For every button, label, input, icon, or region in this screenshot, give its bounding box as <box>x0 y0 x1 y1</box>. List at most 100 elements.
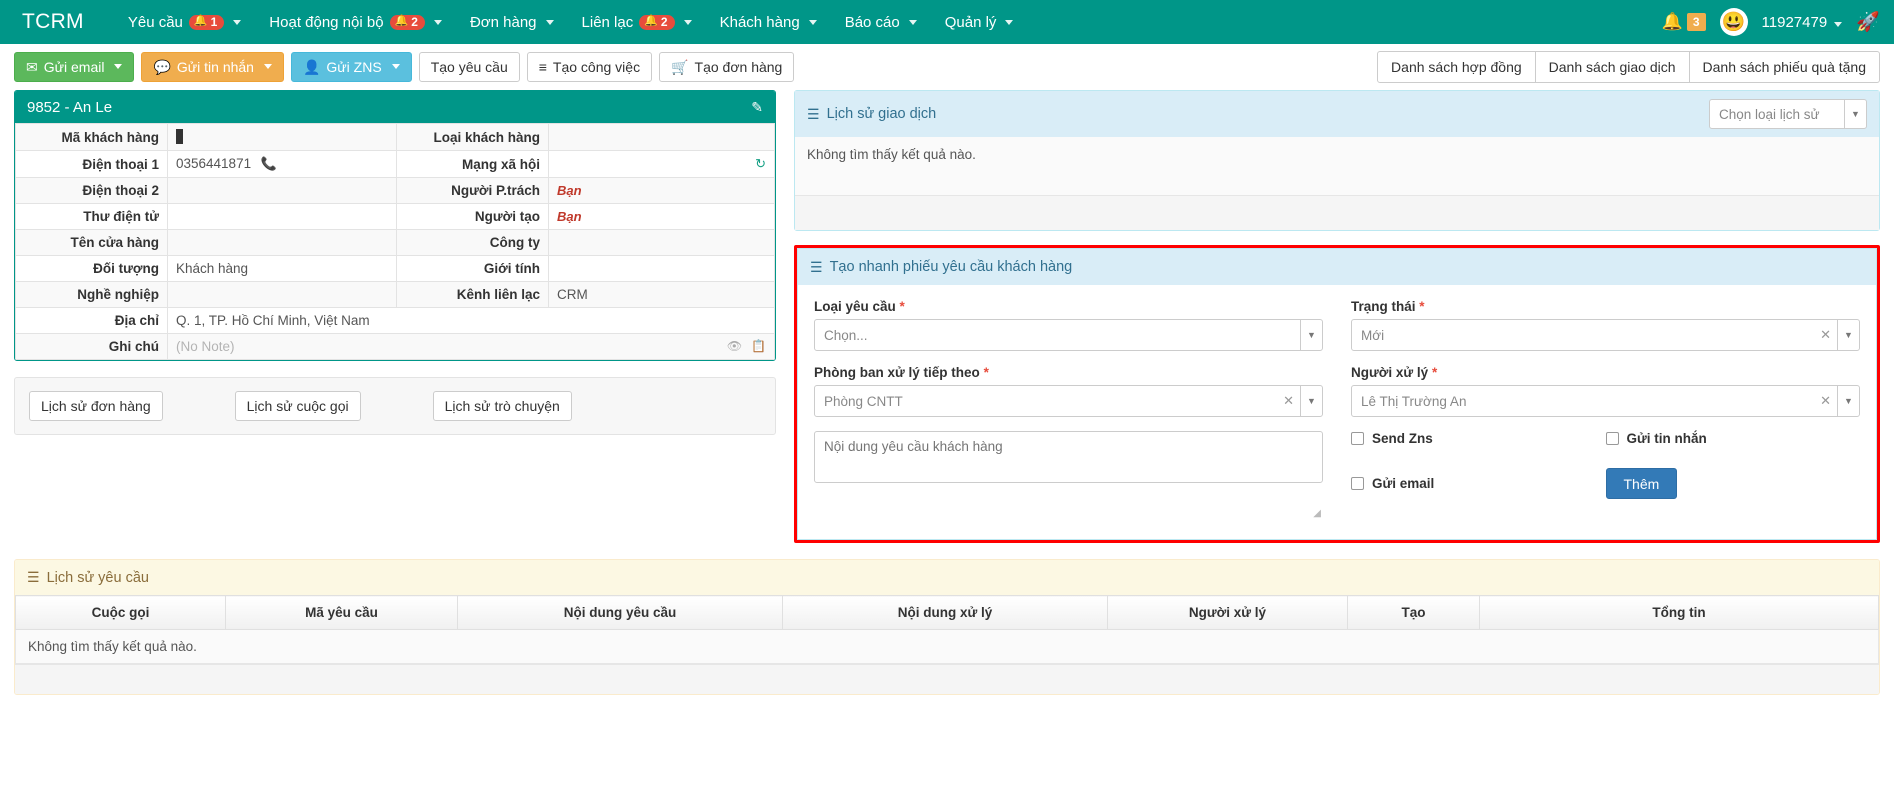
nav-item-khach-hang[interactable]: Khách hàng <box>706 0 831 44</box>
clear-icon[interactable]: ✕ <box>1277 393 1300 409</box>
chevron-down-icon: ▼ <box>1844 100 1866 128</box>
contract-list-button[interactable]: Danh sách hợp đồng <box>1377 50 1536 83</box>
send-email-button[interactable]: ✉ Gửi email <box>14 51 135 82</box>
form-left-column: Loại yêu cầu * Chọn... ▼ Phòng ban xử lý… <box>814 299 1323 431</box>
resize-handle-icon[interactable]: ◢ <box>1313 508 1321 519</box>
field-label: Loại khách hàng <box>396 123 549 151</box>
request-content-textarea[interactable] <box>814 431 1323 483</box>
brand-logo[interactable]: TCRM <box>22 10 84 34</box>
column-header-noi-dung-yeu-cau[interactable]: Nội dung yêu cầu <box>457 595 783 630</box>
customer-type-value <box>548 123 775 151</box>
eye-icon[interactable]: 👁 <box>727 339 742 353</box>
column-header-nguoi-xu-ly[interactable]: Người xử lý <box>1107 595 1348 630</box>
note-value: (No Note) <box>176 339 235 354</box>
send-zns-checkbox-row[interactable]: Send Zns <box>1351 431 1606 446</box>
history-type-select[interactable]: Chọn loại lịch sử ▼ <box>1709 99 1867 129</box>
button-label: Gửi email <box>43 58 105 75</box>
request-type-select[interactable]: Chọn... ▼ <box>814 319 1323 351</box>
button-label: Tạo công việc <box>552 58 641 75</box>
nav-item-quan-ly[interactable]: Quản lý <box>931 0 1028 44</box>
send-email-checkbox-row[interactable]: Gửi email <box>1351 468 1606 499</box>
panel-title: Lịch sử yêu cầu <box>46 569 149 586</box>
send-sms-button[interactable]: 💬 Gửi tin nhắn <box>141 51 284 82</box>
copy-icon[interactable]: 📋 <box>751 339 766 353</box>
column-header-tao[interactable]: Tạo <box>1347 595 1480 630</box>
send-sms-checkbox-row[interactable]: Gửi tin nhắn <box>1605 431 1861 446</box>
transaction-list-button[interactable]: Danh sách giao dịch <box>1534 50 1690 83</box>
refresh-icon[interactable]: ↻ <box>755 156 766 172</box>
request-type-group: Loại yêu cầu * Chọn... ▼ <box>814 299 1323 351</box>
empty-state-text: Không tìm thấy kết quả nào. <box>807 147 976 162</box>
create-task-button[interactable]: ≡ Tạo công việc <box>526 51 653 82</box>
status-value: Mới <box>1361 327 1385 343</box>
chevron-down-icon <box>233 19 242 25</box>
table-header-row: Cuộc gọi Mã yêu cầu Nội dung yêu cầu Nội… <box>15 595 1879 630</box>
customer-info-card: 9852 - An Le ✎ Mã khách hàng Loại khách … <box>14 90 776 361</box>
quick-request-panel: ☰ Tạo nhanh phiếu yêu cầu khách hàng Loạ… <box>797 248 1877 540</box>
checkbox-label: Send Zns <box>1372 431 1433 446</box>
phone-icon[interactable]: 📞 <box>261 156 277 171</box>
table-row-empty: Không tìm thấy kết quả nào. <box>15 629 1879 664</box>
page-content: 9852 - An Le ✎ Mã khách hàng Loại khách … <box>0 90 1894 543</box>
create-request-button[interactable]: Tạo yêu cầu <box>418 51 520 82</box>
next-department-value: Phòng CNTT <box>824 393 903 409</box>
table-row: Tên cửa hàng Công ty <box>15 229 775 256</box>
form-top-grid: Loại yêu cầu * Chọn... ▼ Phòng ban xử lý… <box>814 299 1860 431</box>
call-history-button[interactable]: Lịch sử cuộc gọi <box>234 391 361 421</box>
request-history-table: Cuộc gọi Mã yêu cầu Nội dung yêu cầu Nội… <box>15 595 1879 664</box>
order-history-button[interactable]: Lịch sử đơn hàng <box>29 391 163 421</box>
handler-select[interactable]: Lê Thị Trường An ✕ ▼ <box>1351 385 1860 417</box>
chevron-down-icon: ▼ <box>1300 386 1322 416</box>
chevron-down-icon: ▼ <box>1300 320 1322 350</box>
phone1-cell: 0356441871 📞 <box>167 150 397 178</box>
nav-item-bao-cao[interactable]: Báo cáo <box>831 0 931 44</box>
gift-voucher-list-button[interactable]: Danh sách phiếu quà tặng <box>1688 50 1880 83</box>
bell-icon: 🔔 <box>193 15 208 27</box>
checkbox-label: Gửi tin nhắn <box>1626 431 1707 446</box>
button-label: Tạo đơn hàng <box>694 58 783 75</box>
nav-item-yeu-cau[interactable]: Yêu cầu 🔔 1 <box>114 0 255 44</box>
user-menu[interactable]: 11927479 <box>1762 14 1843 31</box>
table-row: Nghề nghiệp Kênh liên lạc CRM <box>15 281 775 308</box>
table-row: Mã khách hàng Loại khách hàng <box>15 123 775 151</box>
label-text: Trạng thái <box>1351 299 1416 314</box>
column-header-ma-yeu-cau[interactable]: Mã yêu cầu <box>225 595 458 630</box>
chevron-down-icon <box>1834 21 1843 27</box>
label-text: Loại yêu cầu <box>814 299 896 314</box>
table-row: Đối tượng Khách hàng Giới tính <box>15 255 775 282</box>
pencil-icon[interactable]: ✎ <box>751 99 763 116</box>
checkbox-icon[interactable] <box>1351 477 1364 490</box>
column-header-noi-dung-xu-ly[interactable]: Nội dung xử lý <box>782 595 1108 630</box>
owner-cell: Bạn <box>548 177 775 204</box>
store-name-value <box>167 229 397 256</box>
contact-channel-value: CRM <box>548 281 775 308</box>
status-select[interactable]: Mới ✕ ▼ <box>1351 319 1860 351</box>
nav-item-lien-lac[interactable]: Liên lạc 🔔 2 <box>568 0 706 44</box>
nav-item-don-hang[interactable]: Đơn hàng <box>456 0 568 44</box>
next-department-label: Phòng ban xử lý tiếp theo * <box>814 365 1323 380</box>
clear-icon[interactable]: ✕ <box>1814 327 1837 343</box>
column-header-cuoc-goi[interactable]: Cuộc gọi <box>15 595 226 630</box>
field-label: Thư điện tử <box>15 203 168 230</box>
add-request-button[interactable]: Thêm <box>1605 468 1678 499</box>
nav-item-hoat-dong-noi-bo[interactable]: Hoạt động nội bộ 🔔 2 <box>255 0 456 44</box>
rocket-icon[interactable]: 🚀 <box>1856 10 1880 34</box>
send-zns-button[interactable]: 👤 Gửi ZNS <box>290 51 412 82</box>
nav-badge-hoat-dong: 🔔 2 <box>389 14 425 30</box>
notifications-button[interactable]: 🔔 3 <box>1662 12 1706 32</box>
checkbox-icon[interactable] <box>1351 432 1364 445</box>
quick-request-header: ☰ Tạo nhanh phiếu yêu cầu khách hàng <box>798 249 1876 285</box>
field-label: Tên cửa hàng <box>15 229 168 256</box>
avatar[interactable]: 😃 <box>1719 8 1748 36</box>
tasks-icon: ≡ <box>538 58 547 75</box>
list-icon: ☰ <box>807 105 820 122</box>
next-department-select[interactable]: Phòng CNTT ✕ ▼ <box>814 385 1323 417</box>
field-label: Mạng xã hội <box>396 150 549 178</box>
checkbox-icon[interactable] <box>1605 432 1619 445</box>
chat-history-button[interactable]: Lịch sử trò chuyện <box>432 391 572 421</box>
create-order-button[interactable]: 🛒 Tạo đơn hàng <box>659 51 795 82</box>
field-label: Ghi chú <box>15 333 168 360</box>
table-row-address: Địa chỉ Q. 1, TP. Hồ Chí Minh, Việt Nam <box>15 307 775 334</box>
clear-icon[interactable]: ✕ <box>1814 393 1837 409</box>
column-header-tong-tin[interactable]: Tổng tin <box>1479 595 1879 630</box>
